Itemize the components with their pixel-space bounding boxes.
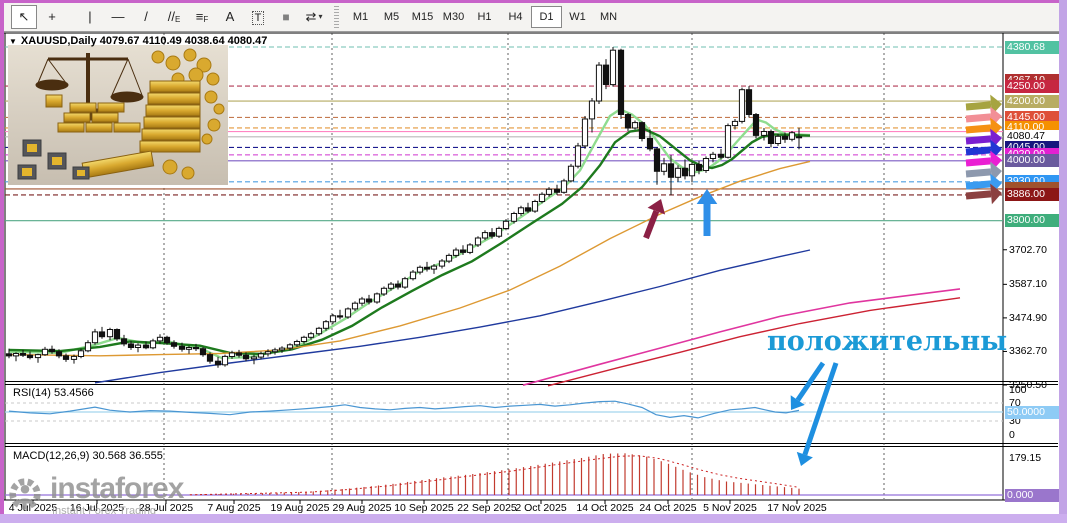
gold-bars-photo xyxy=(8,45,228,185)
shapes-tool-button[interactable]: ■ xyxy=(273,5,299,29)
price-axis-tick: 3702.70 xyxy=(1009,244,1047,256)
equidistant-channel-icon: // xyxy=(167,8,175,24)
price-level-label: 4250.00 xyxy=(1005,80,1059,93)
price-level-label: 3886.00 xyxy=(1005,188,1059,201)
equidistant-channel-tool-button[interactable]: //E xyxy=(161,4,187,28)
frame-top xyxy=(0,0,1067,3)
trendline-tool-button[interactable]: / xyxy=(133,4,159,28)
suffix: F xyxy=(203,15,209,25)
horizontal-line-icon: — xyxy=(111,8,125,24)
date-label: 22 Sep 2025 xyxy=(457,502,517,514)
text-tool-button[interactable]: A xyxy=(217,4,243,28)
cursor-tool-button[interactable]: ↖ xyxy=(11,4,37,29)
arrows-tool-button[interactable]: ⇄ ▾ xyxy=(301,5,327,29)
timeframe-group: M1 M5 M15 M30 H1 H4 D1 W1 MN xyxy=(345,6,624,28)
timeframe-h1-button[interactable]: H1 xyxy=(469,6,500,28)
price-level-label: 4000.00 xyxy=(1005,154,1059,167)
timeframe-m30-button[interactable]: M30 xyxy=(438,6,469,28)
date-label: 24 Oct 2025 xyxy=(639,502,697,514)
rsi-indicator-label: RSI(14) 53.4566 xyxy=(13,387,94,399)
date-label: 19 Aug 2025 xyxy=(270,502,330,514)
frame-right xyxy=(1059,0,1067,523)
symbol-ohlc-text: XAUUSD,Daily 4079.67 4110.49 4038.64 408… xyxy=(20,35,268,47)
timeframe-w1-button[interactable]: W1 xyxy=(562,6,593,28)
timeframe-m1-button[interactable]: M1 xyxy=(345,6,376,28)
price-axis-tick: 3474.90 xyxy=(1009,312,1047,324)
trendline-icon: / xyxy=(144,8,148,24)
timeframe-m5-button[interactable]: M5 xyxy=(376,6,407,28)
mt4-window: ↖ + | — ///E ≡ F A T ■ ⇄ ▾ M1 M5 M15 M30 H1 H4 D1 W1 MN ▼ XA… xyxy=(0,0,1067,523)
timeframe-d1-button[interactable]: D1 xyxy=(531,6,562,28)
macd-indicator-label: MACD(12,26,9) 30.568 36.555 xyxy=(13,450,163,462)
text-label-icon: T xyxy=(251,10,265,25)
vertical-line-icon: | xyxy=(88,8,92,24)
date-label: 5 Nov 2025 xyxy=(703,502,757,514)
suffix: E xyxy=(174,15,181,25)
timeframe-h4-button[interactable]: H4 xyxy=(500,6,531,28)
crosshair-tool-button[interactable]: + xyxy=(39,4,65,28)
rsi-axis-tick: 100 xyxy=(1009,384,1027,396)
price-level-label: 3800.00 xyxy=(1005,214,1059,227)
watermark-name: instaforex xyxy=(50,472,184,505)
macd-axis-tick: 179.15 xyxy=(1009,452,1042,464)
annotation-text: положительны xyxy=(767,326,1008,357)
macd-current-value: 0.000 xyxy=(1005,489,1059,502)
text-label-tool-button[interactable]: T xyxy=(245,6,271,30)
crosshair-icon: + xyxy=(48,8,56,24)
fibonacci-icon: ≡ xyxy=(195,8,204,24)
timeframe-mn-button[interactable]: MN xyxy=(593,6,624,28)
shapes-icon: ■ xyxy=(282,9,290,24)
date-label: 10 Sep 2025 xyxy=(394,502,454,514)
date-label: 7 Aug 2025 xyxy=(207,502,261,514)
frame-left xyxy=(0,0,4,523)
cursor-icon: ↖ xyxy=(18,8,30,24)
drawing-tools-group: ↖ + | — ///E ≡ F A T ■ ⇄ ▾ xyxy=(10,4,328,30)
chevron-down-icon[interactable]: ▾ xyxy=(318,12,322,21)
date-label: 29 Aug 2025 xyxy=(332,502,392,514)
vertical-line-tool-button[interactable]: | xyxy=(77,4,103,28)
toolbar-grip[interactable] xyxy=(334,6,339,28)
date-label: 14 Oct 2025 xyxy=(576,502,634,514)
frame-bottom xyxy=(0,514,1067,523)
instaforex-watermark: instaforex Instant Forex Trading xyxy=(6,472,184,517)
timeframe-m15-button[interactable]: M15 xyxy=(407,6,438,28)
fibonacci-tool-button[interactable]: ≡ F xyxy=(189,4,215,28)
date-label: 17 Nov 2025 xyxy=(767,502,827,514)
toolbar: ↖ + | — ///E ≡ F A T ■ ⇄ ▾ M1 M5 M15 M30 H1 H4 D1 W1 MN xyxy=(4,3,1059,32)
text-icon: A xyxy=(225,8,235,24)
horizontal-line-tool-button[interactable]: — xyxy=(105,4,131,28)
chart-title[interactable]: ▼ XAUUSD,Daily 4079.67 4110.49 4038.64 40… xyxy=(9,35,267,47)
price-axis-tick: 3587.10 xyxy=(1009,278,1047,290)
price-level-label: 4200.00 xyxy=(1005,95,1059,108)
arrows-icon: ⇄ xyxy=(305,8,317,24)
rsi-axis-tick: 0 xyxy=(1009,429,1015,441)
instaforex-gear-icon xyxy=(9,478,41,510)
price-level-label: 4380.68 xyxy=(1005,41,1059,54)
rsi-current-value: 50.0000 xyxy=(1005,406,1059,419)
date-label: 2 Oct 2025 xyxy=(515,502,567,514)
price-axis-tick: 3362.70 xyxy=(1009,345,1047,357)
chevron-down-icon[interactable]: ▼ xyxy=(9,37,17,46)
